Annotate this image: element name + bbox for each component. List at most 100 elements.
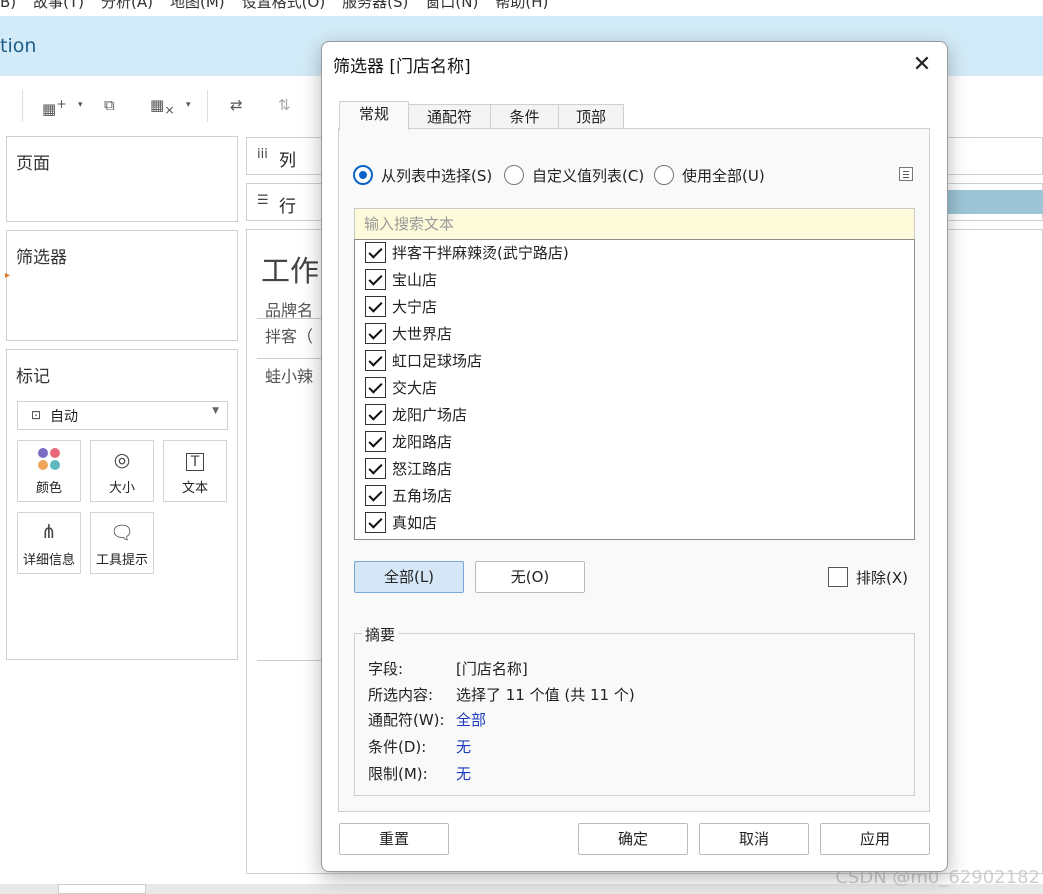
value-list[interactable]: 拌客干拌麻辣烫(武宁路店) 宝山店 大宁店 大世界店 虹口足球场店 交大店 龙阳广场店 龙阳路… xyxy=(354,239,915,540)
item-label: 怒江路店 xyxy=(392,460,453,478)
item-label: 虹口足球场店 xyxy=(392,352,483,370)
menu-item[interactable]: 地图(M) xyxy=(170,0,225,11)
item-checkbox[interactable] xyxy=(365,431,386,452)
tab-general[interactable]: 常规 xyxy=(339,101,409,130)
text-mark-label: 文本 xyxy=(181,481,208,496)
search-input[interactable] xyxy=(354,208,915,240)
size-mark-label: 大小 xyxy=(108,481,135,496)
item-checkbox[interactable] xyxy=(365,269,386,290)
item-checkbox[interactable] xyxy=(365,323,386,344)
summary-limit-link[interactable]: 无 xyxy=(456,763,471,784)
item-label: 大宁店 xyxy=(392,298,438,316)
item-label: 宝山店 xyxy=(392,271,438,289)
menu-bar: B) 故事(T) 分析(A) 地图(M) 设置格式(O) 服务器(S) 窗口(N) 帮助(H) xyxy=(0,0,1043,14)
toolbar-separator xyxy=(22,90,23,122)
row-cell: 拌客（ xyxy=(265,327,314,346)
item-label: 龙阳路店 xyxy=(392,433,453,451)
item-label: 五角场店 xyxy=(392,487,453,505)
rows-label: 行 xyxy=(279,197,296,217)
summary-selection-value: 选择了 11 个值 (共 11 个) xyxy=(456,686,635,704)
tab-top[interactable]: 顶部 xyxy=(558,104,624,129)
item-checkbox[interactable] xyxy=(365,485,386,506)
summary-wildcard-label: 通配符(W): xyxy=(368,711,445,729)
row-cell: 蛙小辣 xyxy=(265,367,314,386)
reset-button[interactable]: 重置 xyxy=(339,823,449,855)
radio-select-from-list[interactable] xyxy=(353,165,373,185)
color-mark-button[interactable]: 颜色 xyxy=(17,440,81,502)
item-checkbox[interactable] xyxy=(365,512,386,533)
color-dots-icon xyxy=(18,447,80,476)
filters-panel: 筛选器 ▸ xyxy=(5,230,238,341)
summary-limit-label: 限制(M): xyxy=(368,765,428,783)
item-label: 真如店 xyxy=(392,514,438,532)
item-checkbox[interactable] xyxy=(365,242,386,263)
pages-panel: 页面 xyxy=(6,136,238,222)
menu-item[interactable]: 服务器(S) xyxy=(342,0,408,11)
radio-custom-value-list-label[interactable]: 自定义值列表(C) xyxy=(532,165,644,186)
tooltip-mark-button[interactable]: 🗨 工具提示 xyxy=(90,512,154,574)
mark-type-dropdown[interactable]: ⊡ 自动 ▼ xyxy=(17,401,228,430)
chevron-down-icon[interactable]: ▾ xyxy=(78,100,83,110)
summary-selection-label: 所选内容: xyxy=(368,686,434,704)
size-icon: ◎ xyxy=(113,449,131,471)
size-mark-button[interactable]: ◎ 大小 xyxy=(90,440,154,502)
menu-item[interactable]: 窗口(N) xyxy=(425,0,478,11)
mark-type-value: 自动 xyxy=(50,409,78,425)
clear-sheet-icon[interactable]: ▦× xyxy=(150,96,175,117)
radio-custom-value-list[interactable] xyxy=(504,165,524,185)
detail-mark-label: 详细信息 xyxy=(22,553,75,568)
menu-item[interactable]: 设置格式(O) xyxy=(242,0,326,11)
menu-item[interactable]: B) xyxy=(0,0,16,11)
ok-button[interactable]: 确定 xyxy=(578,823,688,855)
chevron-down-icon[interactable]: ▾ xyxy=(186,100,191,110)
text-mark-button[interactable]: T 文本 xyxy=(163,440,227,502)
item-checkbox[interactable] xyxy=(365,458,386,479)
apply-button[interactable]: 应用 xyxy=(820,823,930,855)
marks-panel: 标记 ⊡ 自动 ▼ 颜色 ◎ 大小 T 文本 ⋔ 详细信息 🗨 工具提示 xyxy=(6,349,238,660)
summary-title: 摘要 xyxy=(362,624,399,645)
pages-title: 页面 xyxy=(16,154,50,174)
row-pill[interactable] xyxy=(935,190,1043,214)
dialog-title: 筛选器 [门店名称] xyxy=(333,57,471,77)
tooltip-icon: 🗨 xyxy=(109,522,135,544)
new-worksheet-icon[interactable]: ▦+ xyxy=(42,96,67,118)
select-none-button[interactable]: 无(O) xyxy=(475,561,585,593)
radio-select-from-list-label[interactable]: 从列表中选择(S) xyxy=(381,165,492,186)
radio-use-all[interactable] xyxy=(654,165,674,185)
mark-type-icon: ⊡ xyxy=(31,408,42,422)
item-checkbox[interactable] xyxy=(365,404,386,425)
detail-mark-button[interactable]: ⋔ 详细信息 xyxy=(17,512,81,574)
item-checkbox[interactable] xyxy=(365,296,386,317)
summary-field-value: [门店名称] xyxy=(456,660,528,678)
columns-icon: iii xyxy=(257,147,268,162)
radio-use-all-label[interactable]: 使用全部(U) xyxy=(682,165,765,186)
worksheet-title: 工作 xyxy=(261,254,320,288)
exclude-checkbox[interactable] xyxy=(828,567,848,587)
duplicate-icon[interactable]: ⧉ xyxy=(104,96,115,114)
swap-icon[interactable]: ⇄ xyxy=(230,96,243,114)
tab-condition[interactable]: 条件 xyxy=(490,104,559,129)
item-label: 大世界店 xyxy=(392,325,453,343)
text-icon: T xyxy=(164,449,226,471)
item-checkbox[interactable] xyxy=(365,350,386,371)
close-icon[interactable]: ✕ xyxy=(904,50,940,80)
cancel-button[interactable]: 取消 xyxy=(699,823,809,855)
item-label: 龙阳广场店 xyxy=(392,406,468,424)
tooltip-mark-label: 工具提示 xyxy=(95,553,148,568)
summary-wildcard-link[interactable]: 全部 xyxy=(456,709,486,730)
list-options-menu-icon[interactable] xyxy=(899,167,913,181)
summary-condition-link[interactable]: 无 xyxy=(456,736,471,757)
tab-wildcard[interactable]: 通配符 xyxy=(408,104,491,129)
item-checkbox[interactable] xyxy=(365,377,386,398)
menu-item[interactable]: 故事(T) xyxy=(33,0,84,11)
sheet-tab[interactable] xyxy=(58,884,146,894)
menu-item[interactable]: 帮助(H) xyxy=(495,0,548,11)
sort-ascending-icon[interactable]: ⇅ xyxy=(278,96,291,114)
select-all-button[interactable]: 全部(L) xyxy=(354,561,464,593)
item-label: 拌客干拌麻辣烫(武宁路店) xyxy=(392,244,569,262)
menu-item[interactable]: 分析(A) xyxy=(101,0,153,11)
summary-field-label: 字段: xyxy=(368,660,404,678)
drop-marker-icon: ▸ xyxy=(5,270,11,281)
exclude-label[interactable]: 排除(X) xyxy=(856,567,908,588)
columns-label: 列 xyxy=(279,151,296,171)
